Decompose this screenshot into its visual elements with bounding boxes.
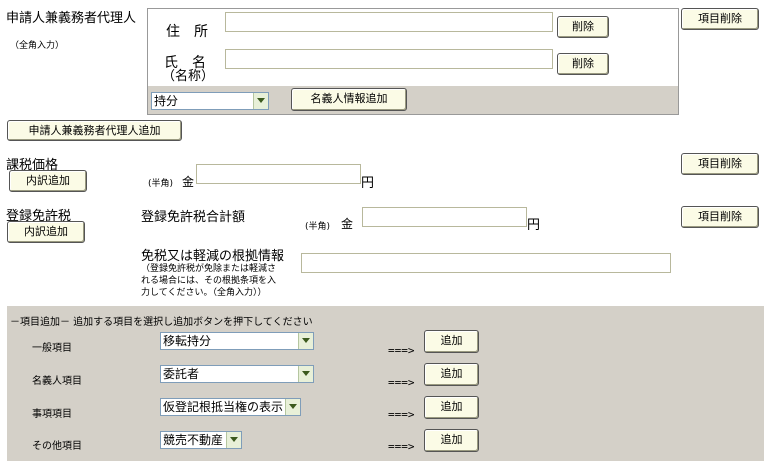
- add-item-header: －項目追加－ 追加する項目を選択し追加ボタンを押下してください: [10, 317, 313, 328]
- row-label-matter: 事項項目: [32, 409, 72, 420]
- holder-item-select-value: 委託者: [163, 367, 200, 381]
- taxable-unit: 円: [361, 176, 375, 191]
- matter-item-select[interactable]: 仮登記根抵当権の表示: [160, 398, 301, 416]
- row-label-other: その他項目: [32, 441, 82, 452]
- other-item-select-value: 競売不動産: [163, 433, 224, 447]
- arrow-indicator: ===>: [388, 344, 415, 357]
- registration-breakdown-add-button[interactable]: 内訳追加: [7, 221, 85, 243]
- share-select[interactable]: 持分: [151, 92, 269, 110]
- add-matter-button[interactable]: 追加: [424, 396, 479, 419]
- row-label-general: 一般項目: [32, 343, 72, 354]
- agent-fullwidth-note: （全角入力）: [10, 41, 65, 51]
- add-other-button[interactable]: 追加: [424, 429, 479, 452]
- share-select-value: 持分: [154, 94, 179, 108]
- agent-form-box: 住 所 削除 氏 名 （名称） 削除 持分 名義人情報追加: [147, 8, 679, 115]
- add-holder-button[interactable]: 追加: [424, 363, 479, 386]
- registration-unit: 円: [527, 218, 541, 233]
- chevron-down-icon: [298, 333, 313, 349]
- address-delete-button[interactable]: 削除: [557, 16, 609, 38]
- exemption-input[interactable]: [301, 253, 671, 273]
- registration-money-prefix: 金: [341, 217, 354, 231]
- registration-item-delete-button[interactable]: 項目削除: [681, 206, 759, 228]
- chevron-down-icon: [285, 399, 300, 415]
- add-item-panel: －項目追加－ 追加する項目を選択し追加ボタンを押下してください 一般項目 移転持…: [7, 306, 764, 461]
- registration-total-label: 登録免許税合計額: [141, 210, 246, 225]
- add-general-button[interactable]: 追加: [424, 330, 479, 353]
- arrow-indicator: ===>: [388, 376, 415, 389]
- address-input[interactable]: [225, 12, 553, 32]
- row-label-holder: 名義人項目: [32, 376, 82, 387]
- address-label: 住 所: [166, 24, 208, 40]
- arrow-indicator: ===>: [388, 440, 415, 453]
- chevron-down-icon: [298, 366, 313, 382]
- chevron-down-icon: [226, 432, 241, 448]
- name-input[interactable]: [225, 49, 553, 69]
- arrow-indicator: ===>: [388, 408, 415, 421]
- add-holder-info-button[interactable]: 名義人情報追加: [291, 88, 407, 111]
- chevron-down-icon: [253, 93, 268, 109]
- general-item-select-value: 移転持分: [163, 334, 212, 348]
- agent-item-delete-button[interactable]: 項目削除: [681, 8, 759, 30]
- registration-total-input[interactable]: [362, 207, 527, 227]
- matter-item-select-value: 仮登記根抵当権の表示: [163, 400, 284, 414]
- taxable-halfwidth-note: (半角): [148, 179, 174, 189]
- taxable-item-delete-button[interactable]: 項目削除: [681, 153, 759, 175]
- taxable-money-prefix: 金: [182, 175, 195, 189]
- exemption-note-line3: 力してください。（全角入力））: [141, 288, 267, 298]
- name-delete-button[interactable]: 削除: [557, 53, 609, 75]
- taxable-breakdown-add-button[interactable]: 内訳追加: [9, 170, 87, 192]
- name-sub-label: （名称）: [162, 69, 215, 84]
- holder-item-select[interactable]: 委託者: [160, 365, 314, 383]
- taxable-value-input[interactable]: [196, 164, 361, 184]
- registration-halfwidth-note: (半角): [305, 222, 331, 232]
- add-agent-button[interactable]: 申請人兼義務者代理人追加: [7, 120, 182, 141]
- agent-title: 申請人兼義務者代理人: [6, 11, 137, 26]
- general-item-select[interactable]: 移転持分: [160, 332, 314, 350]
- other-item-select[interactable]: 競売不動産: [160, 431, 242, 449]
